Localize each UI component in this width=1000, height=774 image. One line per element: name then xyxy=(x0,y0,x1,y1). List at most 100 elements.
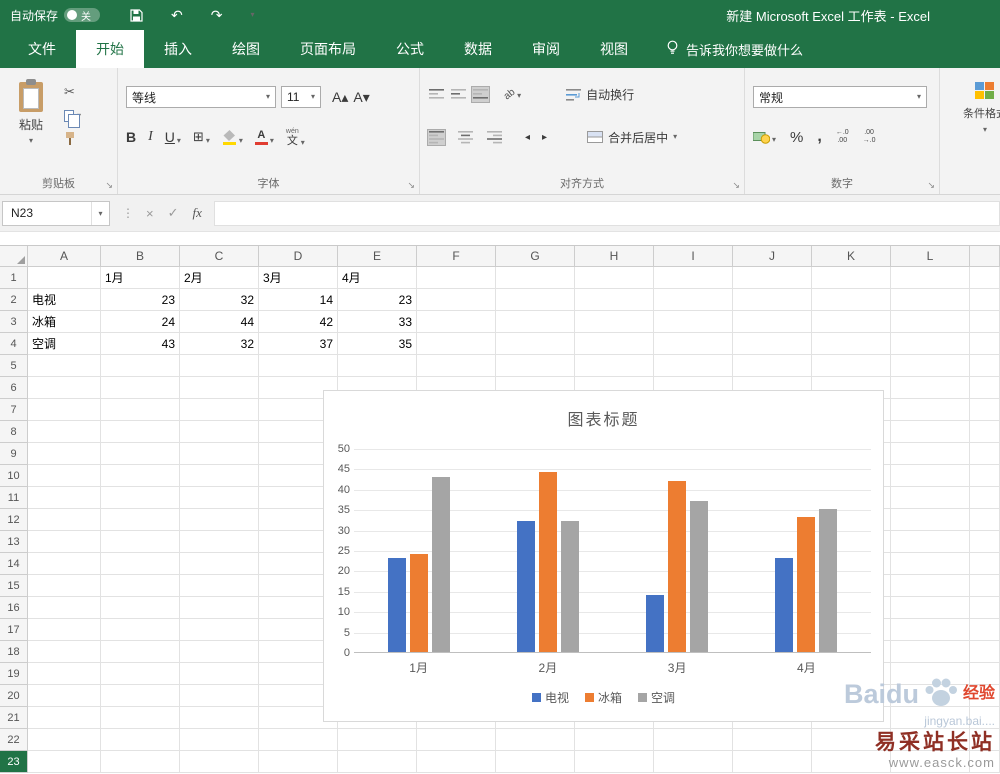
cell-A11[interactable] xyxy=(28,487,101,509)
cell-A15[interactable] xyxy=(28,575,101,597)
column-header-E[interactable]: E xyxy=(338,246,417,267)
row-header-7[interactable]: 7 xyxy=(0,399,28,421)
cell-C12[interactable] xyxy=(180,509,259,531)
cell-G4[interactable] xyxy=(496,333,575,355)
cell-K3[interactable] xyxy=(812,311,891,333)
tab-开始[interactable]: 开始 xyxy=(76,30,144,68)
cell-A21[interactable] xyxy=(28,707,101,729)
row-header-16[interactable]: 16 xyxy=(0,597,28,619)
cell-C6[interactable] xyxy=(180,377,259,399)
cell-F1[interactable] xyxy=(417,267,496,289)
cell-C23[interactable] xyxy=(180,751,259,773)
name-box-caret-icon[interactable]: ▾ xyxy=(91,202,109,225)
cell-B10[interactable] xyxy=(101,465,180,487)
cell-D2[interactable]: 14 xyxy=(259,289,338,311)
cell-G1[interactable] xyxy=(496,267,575,289)
cell-stub-5[interactable] xyxy=(970,355,1000,377)
cell-A20[interactable] xyxy=(28,685,101,707)
tab-绘图[interactable]: 绘图 xyxy=(212,30,280,68)
cell-K1[interactable] xyxy=(812,267,891,289)
cell-stub-14[interactable] xyxy=(970,553,1000,575)
cell-C20[interactable] xyxy=(180,685,259,707)
cell-B15[interactable] xyxy=(101,575,180,597)
cell-stub-17[interactable] xyxy=(970,619,1000,641)
cell-H4[interactable] xyxy=(575,333,654,355)
cell-I2[interactable] xyxy=(654,289,733,311)
cell-B11[interactable] xyxy=(101,487,180,509)
cell-B19[interactable] xyxy=(101,663,180,685)
cell-A3[interactable]: 冰箱 xyxy=(28,311,101,333)
cell-B14[interactable] xyxy=(101,553,180,575)
cell-B5[interactable] xyxy=(101,355,180,377)
cell-L8[interactable] xyxy=(891,421,970,443)
copy-button[interactable]: ▾ xyxy=(64,110,81,122)
align-bottom-button[interactable] xyxy=(472,87,489,102)
row-header-6[interactable]: 6 xyxy=(0,377,28,399)
cell-stub-13[interactable] xyxy=(970,531,1000,553)
cell-C13[interactable] xyxy=(180,531,259,553)
cell-C11[interactable] xyxy=(180,487,259,509)
cell-C21[interactable] xyxy=(180,707,259,729)
redo-icon[interactable]: ↷ xyxy=(211,7,223,24)
align-middle-button[interactable] xyxy=(450,87,467,102)
column-header-L[interactable]: L xyxy=(891,246,970,267)
cell-A14[interactable] xyxy=(28,553,101,575)
increase-decimal-button[interactable]: ←.0.00 xyxy=(836,129,849,146)
cell-stub-9[interactable] xyxy=(970,443,1000,465)
cell-J3[interactable] xyxy=(733,311,812,333)
column-header-K[interactable]: K xyxy=(812,246,891,267)
cell-L18[interactable] xyxy=(891,641,970,663)
cell-L13[interactable] xyxy=(891,531,970,553)
cell-D1[interactable]: 3月 xyxy=(259,267,338,289)
cell-A8[interactable] xyxy=(28,421,101,443)
cell-B3[interactable]: 24 xyxy=(101,311,180,333)
column-header-B[interactable]: B xyxy=(101,246,180,267)
font-dialog-launcher[interactable]: ↘ xyxy=(407,181,415,190)
row-header-18[interactable]: 18 xyxy=(0,641,28,663)
cell-C15[interactable] xyxy=(180,575,259,597)
font-name-select[interactable]: 等线▾ xyxy=(126,86,276,108)
tell-me-box[interactable]: 告诉我你想要做什么 xyxy=(666,30,803,68)
cell-L10[interactable] xyxy=(891,465,970,487)
cell-L1[interactable] xyxy=(891,267,970,289)
cell-B2[interactable]: 23 xyxy=(101,289,180,311)
cell-A16[interactable] xyxy=(28,597,101,619)
align-right-button[interactable] xyxy=(486,130,503,145)
row-header-19[interactable]: 19 xyxy=(0,663,28,685)
chart-object[interactable]: 图表标题 1月2月3月4月 电视冰箱空调 0510152025303540455… xyxy=(323,390,884,722)
column-header-A[interactable]: A xyxy=(28,246,101,267)
cell-L16[interactable] xyxy=(891,597,970,619)
cell-stub-10[interactable] xyxy=(970,465,1000,487)
cell-G22[interactable] xyxy=(496,729,575,751)
decrease-decimal-button[interactable]: .00→.0 xyxy=(863,129,876,146)
cell-H3[interactable] xyxy=(575,311,654,333)
cell-B7[interactable] xyxy=(101,399,180,421)
increase-indent-button[interactable]: ▸ xyxy=(542,132,547,143)
cell-C10[interactable] xyxy=(180,465,259,487)
cell-A7[interactable] xyxy=(28,399,101,421)
cell-stub-11[interactable] xyxy=(970,487,1000,509)
tab-审阅[interactable]: 审阅 xyxy=(512,30,580,68)
select-all-corner[interactable] xyxy=(0,246,28,267)
cell-J22[interactable] xyxy=(733,729,812,751)
autosave-switch[interactable]: 关 xyxy=(64,8,100,22)
cell-I22[interactable] xyxy=(654,729,733,751)
cell-A23[interactable] xyxy=(28,751,101,773)
column-header-F[interactable]: F xyxy=(417,246,496,267)
cell-E3[interactable]: 33 xyxy=(338,311,417,333)
row-header-14[interactable]: 14 xyxy=(0,553,28,575)
cell-A18[interactable] xyxy=(28,641,101,663)
cell-E23[interactable] xyxy=(338,751,417,773)
row-header-2[interactable]: 2 xyxy=(0,289,28,311)
grow-font-button[interactable]: A▴ xyxy=(332,89,348,106)
cell-B17[interactable] xyxy=(101,619,180,641)
row-header-8[interactable]: 8 xyxy=(0,421,28,443)
wrap-text-button[interactable]: 自动换行 xyxy=(566,86,634,103)
row-header-23[interactable]: 23 xyxy=(0,751,28,773)
cell-L15[interactable] xyxy=(891,575,970,597)
cell-B23[interactable] xyxy=(101,751,180,773)
cell-I1[interactable] xyxy=(654,267,733,289)
cell-I4[interactable] xyxy=(654,333,733,355)
align-left-button[interactable] xyxy=(428,130,445,145)
cell-G2[interactable] xyxy=(496,289,575,311)
